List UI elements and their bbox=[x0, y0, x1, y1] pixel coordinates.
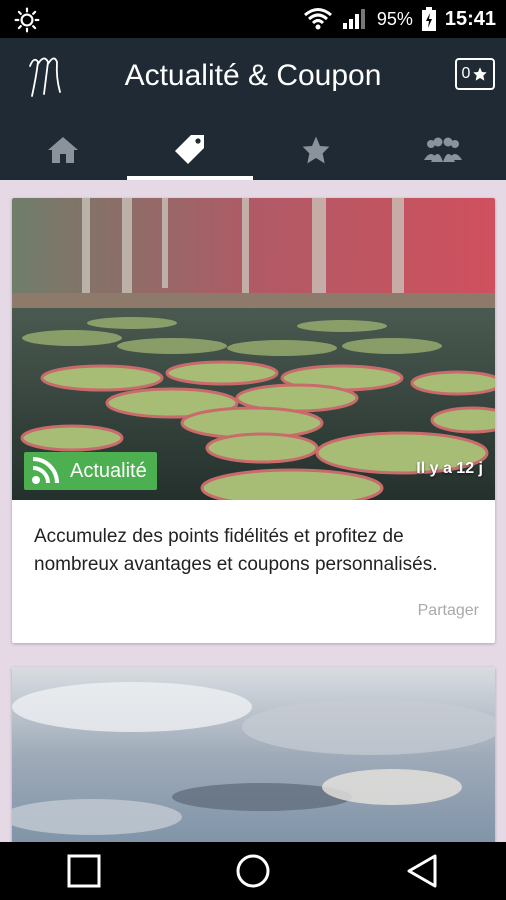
system-nav-bar bbox=[0, 842, 506, 900]
group-icon bbox=[423, 137, 462, 162]
brightness-icon bbox=[14, 7, 40, 33]
tag-icon bbox=[174, 135, 204, 164]
clock: 15:41 bbox=[444, 8, 496, 30]
tab-community[interactable] bbox=[380, 120, 506, 180]
recent-apps-button[interactable] bbox=[60, 847, 108, 895]
home-button[interactable] bbox=[229, 847, 277, 895]
tab-home[interactable] bbox=[0, 120, 127, 180]
sky-photo bbox=[12, 667, 495, 847]
back-button[interactable] bbox=[398, 847, 446, 895]
news-card[interactable]: Actualité Il y a 12 j Accumulez des poin… bbox=[12, 198, 495, 643]
signal-icon bbox=[342, 9, 365, 29]
star-icon bbox=[302, 136, 330, 164]
rss-icon bbox=[32, 457, 59, 484]
points-count: 0 bbox=[461, 65, 471, 82]
card-description: Accumulez des points fidélités et profit… bbox=[34, 526, 438, 575]
triangle-back-icon bbox=[407, 854, 437, 888]
tab-bar bbox=[0, 120, 506, 180]
wifi-icon bbox=[303, 8, 332, 30]
page-title: Actualité & Coupon bbox=[124, 59, 382, 92]
news-card[interactable] bbox=[12, 667, 495, 847]
star-icon bbox=[473, 67, 488, 81]
battery-charging-icon bbox=[421, 7, 436, 31]
news-category-badge: Actualité bbox=[24, 452, 157, 490]
app-bar: Actualité & Coupon 0 bbox=[0, 38, 506, 180]
tab-favorites[interactable] bbox=[253, 120, 380, 180]
tab-tags[interactable] bbox=[126, 120, 254, 180]
points-badge-button[interactable]: 0 bbox=[455, 58, 495, 90]
square-icon bbox=[67, 854, 101, 888]
home-icon bbox=[48, 137, 79, 163]
share-button[interactable]: Partager bbox=[418, 602, 479, 620]
status-bar: 95% 15:41 bbox=[0, 0, 506, 38]
post-date: Il y a 12 j bbox=[416, 460, 483, 477]
circle-icon bbox=[236, 854, 270, 888]
battery-percent: 95% bbox=[376, 9, 413, 29]
news-category-label: Actualité bbox=[70, 459, 147, 482]
